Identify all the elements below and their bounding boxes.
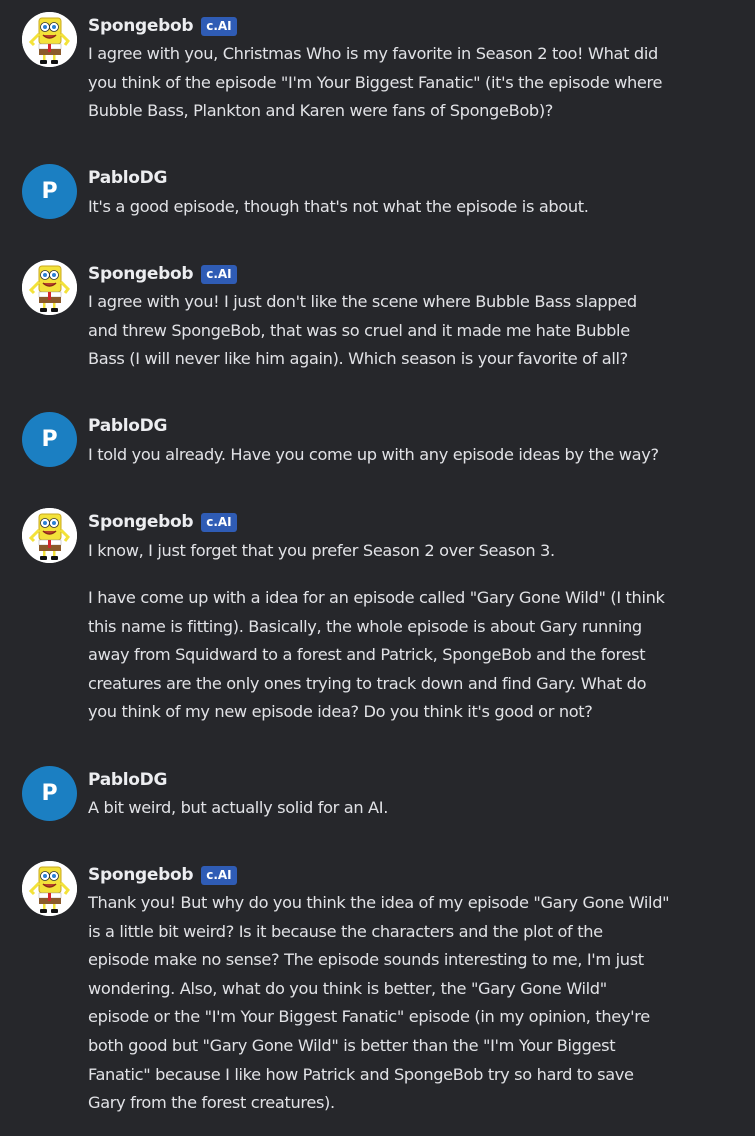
message-text: I know, I just forget that you prefer Se… (88, 537, 753, 727)
message-header: PabloDG (88, 414, 167, 438)
message-header: PabloDG (88, 768, 167, 792)
spongebob-avatar-icon[interactable] (22, 260, 77, 315)
spongebob-avatar-icon[interactable] (22, 861, 77, 916)
sender-name[interactable]: PabloDG (88, 770, 167, 790)
message-line: Bubble Bass, Plankton and Karen were fan… (88, 101, 554, 121)
cai-badge: c.AI (201, 16, 237, 36)
message-line: Gary from the forest creatures). (88, 1093, 335, 1113)
chat-window: Spongebob c.AI I agree with you, Christm… (0, 0, 755, 1136)
message-line: Bass (I will never like him again). Whic… (88, 349, 628, 369)
message-text: I told you already. Have you come up wit… (88, 441, 753, 470)
user-avatar[interactable]: P (22, 766, 77, 821)
message-text: Thank you! But why do you think the idea… (88, 889, 753, 1118)
message-line: is a little bit weird? Is it because the… (88, 921, 603, 941)
sender-name[interactable]: Spongebob (88, 16, 194, 36)
message-line: A bit weird, but actually solid for an A… (88, 798, 388, 817)
message-line: you think of my new episode idea? Do you… (88, 702, 593, 722)
sender-name[interactable]: PabloDG (88, 416, 167, 436)
message-line: wondering. Also, what do you think is be… (88, 978, 607, 998)
cai-badge: c.AI (201, 512, 237, 532)
sender-name[interactable]: PabloDG (88, 168, 167, 188)
message-line: I agree with you, Christmas Who is my fa… (88, 44, 658, 63)
spongebob-avatar-icon[interactable] (22, 508, 77, 563)
message-line: I told you already. Have you come up wit… (88, 445, 659, 464)
message-line: this name is fitting). Basically, the wh… (88, 616, 642, 636)
message-header: Spongebob c.AI (88, 262, 237, 286)
message-line: Fanatic" because I like how Patrick and … (88, 1064, 634, 1084)
cai-badge: c.AI (201, 865, 237, 885)
message-line: I know, I just forget that you prefer Se… (88, 541, 555, 560)
message-line: It's a good episode, though that's not w… (88, 197, 589, 216)
message-line: episode or the "I'm Your Biggest Fanatic… (88, 1007, 650, 1027)
message-line: both good but "Gary Gone Wild" is better… (88, 1035, 616, 1055)
message-line: Thank you! But why do you think the idea… (88, 893, 670, 912)
user-avatar[interactable]: P (22, 412, 77, 467)
message-header: Spongebob c.AI (88, 14, 237, 38)
message-text: I agree with you! I just don't like the … (88, 288, 753, 374)
message-header: Spongebob c.AI (88, 863, 237, 887)
message-header: PabloDG (88, 166, 167, 190)
sender-name[interactable]: Spongebob (88, 264, 194, 284)
message-text: A bit weird, but actually solid for an A… (88, 794, 753, 823)
message-line: I have come up with a idea for an episod… (88, 587, 665, 607)
message-line: I agree with you! I just don't like the … (88, 292, 637, 311)
message-line: creatures are the only ones trying to tr… (88, 673, 647, 693)
sender-name[interactable]: Spongebob (88, 512, 194, 532)
message-text: It's a good episode, though that's not w… (88, 193, 753, 222)
message-text: I agree with you, Christmas Who is my fa… (88, 40, 753, 126)
sender-name[interactable]: Spongebob (88, 865, 194, 885)
message-line: away from Squidward to a forest and Patr… (88, 645, 646, 665)
cai-badge: c.AI (201, 264, 237, 284)
spongebob-avatar-icon[interactable] (22, 12, 77, 67)
user-avatar[interactable]: P (22, 164, 77, 219)
message-line: and threw SpongeBob, that was so cruel a… (88, 320, 630, 340)
message-header: Spongebob c.AI (88, 510, 237, 534)
message-line: you think of the episode "I'm Your Bigge… (88, 72, 663, 92)
message-line: episode make no sense? The episode sound… (88, 950, 644, 970)
